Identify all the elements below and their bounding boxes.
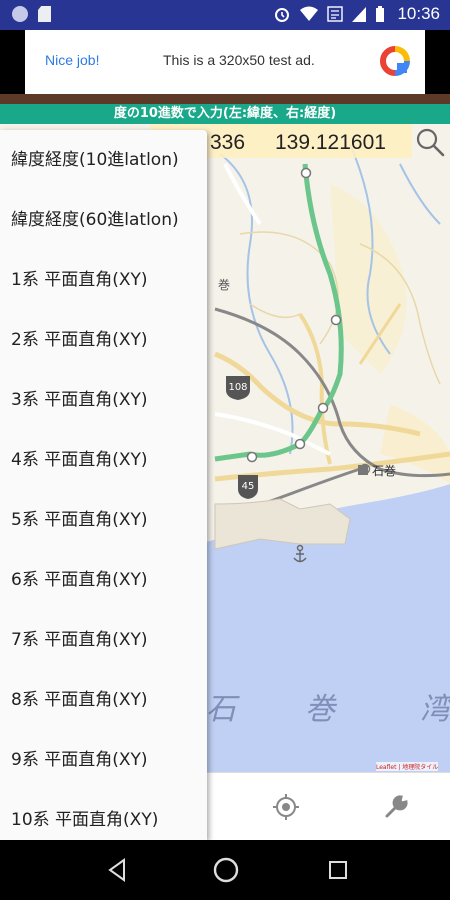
- bay-label-char-1: 石: [206, 692, 240, 727]
- volte-icon: [327, 6, 344, 22]
- route-108-shield: 108: [226, 376, 250, 400]
- bay-label-char-2: 巻: [305, 692, 338, 727]
- sd-card-icon: [38, 6, 51, 22]
- wifi-icon: [300, 6, 319, 21]
- latitude-input[interactable]: 336: [210, 131, 245, 155]
- home-icon[interactable]: [210, 854, 242, 886]
- app-dot-icon: [12, 6, 28, 22]
- menu-item-zone-2[interactable]: 2系 平面直角(XY): [0, 310, 207, 370]
- menu-item-zone-3[interactable]: 3系 平面直角(XY): [0, 370, 207, 430]
- wrench-icon[interactable]: [380, 791, 412, 823]
- menu-item-zone-4[interactable]: 4系 平面直角(XY): [0, 430, 207, 490]
- menu-item-zone-9[interactable]: 9系 平面直角(XY): [0, 730, 207, 790]
- menu-item-zone-1[interactable]: 1系 平面直角(XY): [0, 250, 207, 310]
- menu-item-latlon-sexagesimal[interactable]: 緯度経度(60進latlon): [0, 190, 207, 250]
- test-ad-banner[interactable]: Nice job! This is a 320x50 test ad.: [25, 30, 425, 94]
- search-icon[interactable]: [414, 126, 446, 158]
- bay-label-char-3: 湾: [420, 692, 450, 727]
- port-area: [214, 498, 351, 550]
- svg-text:108: 108: [228, 382, 247, 393]
- menu-item-zone-5[interactable]: 5系 平面直角(XY): [0, 490, 207, 550]
- svg-text:45: 45: [242, 481, 255, 492]
- system-nav-bar: [0, 840, 450, 900]
- clock: 10:36: [397, 4, 440, 23]
- recent-apps-icon[interactable]: [324, 856, 352, 884]
- instruction-bar: 度の10進数で入力(左:緯度、右:経度): [0, 104, 450, 124]
- ad-zone: Nice job! This is a 320x50 test ad.: [0, 30, 450, 94]
- menu-item-zone-6[interactable]: 6系 平面直角(XY): [0, 550, 207, 610]
- menu-item-zone-10[interactable]: 10系 平面直角(XY): [0, 790, 207, 840]
- ad-nice-job-label: Nice job!: [45, 52, 100, 68]
- ad-text: This is a 320x50 test ad.: [163, 52, 315, 68]
- longitude-input[interactable]: 139.121601: [275, 131, 386, 155]
- coordinate-system-menu: 緯度経度(10進latlon) 緯度経度(60進latlon) 1系 平面直角(…: [0, 130, 207, 840]
- map-attribution[interactable]: Leaflet | 地理院タイル: [376, 762, 439, 771]
- crosshair-icon[interactable]: [270, 791, 302, 823]
- admob-logo-icon: [380, 46, 410, 76]
- map-label-maki: 巻: [218, 278, 230, 292]
- route-45-shield: 45: [238, 475, 258, 499]
- divider-bar: [0, 94, 450, 104]
- menu-item-zone-7[interactable]: 7系 平面直角(XY): [0, 610, 207, 670]
- svg-text:石巻: 石巻: [372, 464, 396, 478]
- back-icon[interactable]: [104, 856, 132, 884]
- battery-icon: [376, 6, 385, 22]
- menu-item-latlon-decimal[interactable]: 緯度経度(10進latlon): [0, 130, 207, 190]
- status-bar: 10:36: [0, 0, 450, 30]
- signal-icon: [352, 7, 367, 22]
- alarm-icon: [275, 8, 290, 22]
- menu-item-zone-8[interactable]: 8系 平面直角(XY): [0, 670, 207, 730]
